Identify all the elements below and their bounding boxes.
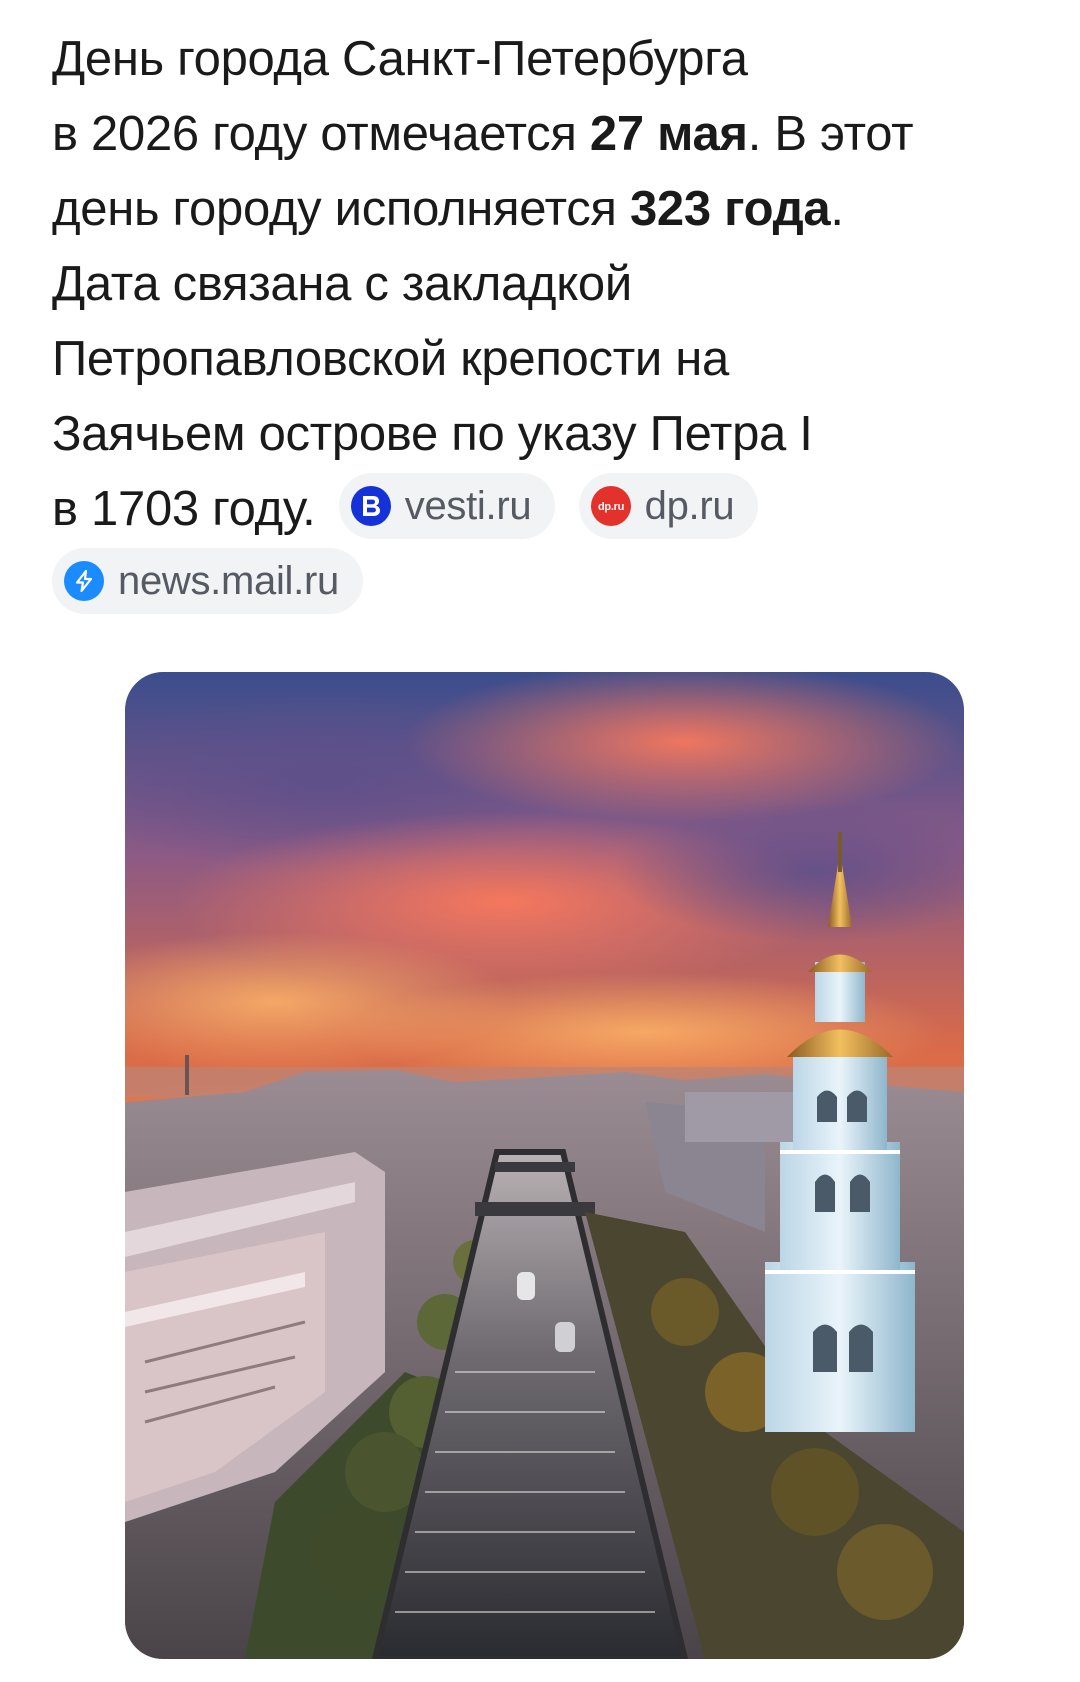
answer-line-1: День города Санкт-Петербурга [52,32,748,86]
answer-line-3-post: . [830,182,844,236]
date-highlight: 27 мая [589,107,748,161]
answer-text: День города Санкт-Петербурга в 2026 году… [52,22,1042,622]
svg-text:dp.ru: dp.ru [598,501,624,513]
source-chip-dp[interactable]: dp.ru dp.ru [578,473,759,540]
answer-line-3-pre: день городу исполняется [52,182,630,236]
city-photo[interactable] [125,672,964,1659]
answer-line-6: Заячьем острове по указу Петра I [52,407,813,461]
sunset-canal-image [125,672,964,1659]
vesti-logo-icon [350,486,391,527]
answer-line-7: в 1703 году. [52,482,316,536]
answer-line-5: Петропавловской крепости на [52,332,729,386]
dp-logo-icon: dp.ru [590,486,631,527]
answer-line-4: Дата связана с закладкой [52,257,632,311]
answer-line-2-post: . В этот [747,107,914,161]
source-label-dp: dp.ru [644,484,735,529]
source-chip-vesti[interactable]: vesti.ru [338,473,556,540]
source-label-mail: news.mail.ru [118,559,339,604]
age-highlight: 323 года [629,182,831,236]
source-chip-mail[interactable]: news.mail.ru [52,548,363,615]
answer-line-2-pre: в 2026 году отмечается [52,107,590,161]
lightning-icon [64,561,104,602]
source-label-vesti: vesti.ru [404,484,532,529]
